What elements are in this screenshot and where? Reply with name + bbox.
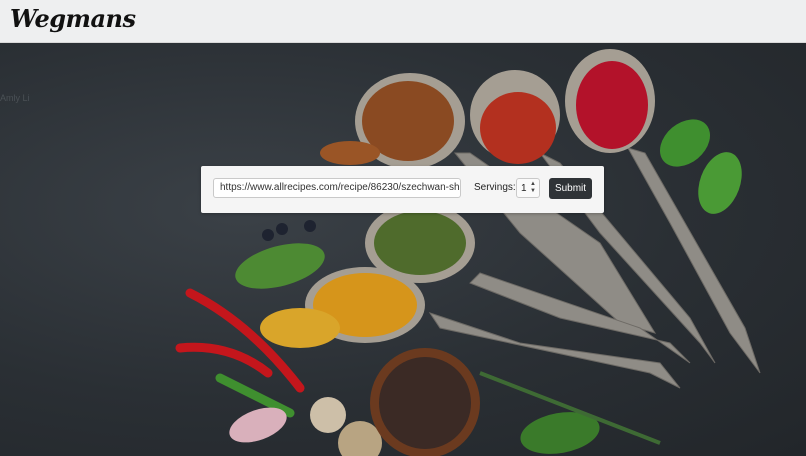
juniper-berry bbox=[276, 223, 288, 235]
nutmeg bbox=[310, 397, 346, 433]
red-chili bbox=[175, 342, 273, 378]
basil-leaf bbox=[698, 152, 742, 214]
hero-background: Amly Li bbox=[0, 43, 806, 456]
wegmans-logo[interactable]: Wegmans bbox=[10, 4, 136, 33]
recipe-form: https://www.allrecipes.com/recipe/86230/… bbox=[201, 166, 604, 213]
turmeric-spill bbox=[260, 308, 340, 348]
dried-herbs bbox=[374, 211, 466, 275]
green-chili bbox=[215, 373, 295, 418]
spices-illustration bbox=[175, 49, 761, 456]
juniper-berry bbox=[304, 220, 316, 232]
servings-label: Servings: bbox=[474, 182, 516, 193]
cinnamon-spill bbox=[320, 141, 380, 165]
submit-button[interactable]: Submit bbox=[549, 178, 592, 199]
top-bar: Wegmans bbox=[0, 0, 806, 43]
recipe-url-input[interactable]: https://www.allrecipes.com/recipe/86230/… bbox=[213, 178, 461, 198]
faint-overlay-text: Amly Li bbox=[0, 93, 30, 103]
juniper-berry bbox=[262, 229, 274, 241]
stepper-arrows-icon[interactable]: ▲ ▼ bbox=[530, 181, 536, 195]
chili-flakes bbox=[480, 92, 556, 164]
peppercorn-mix bbox=[379, 357, 471, 449]
pink-peppercorns bbox=[576, 61, 648, 149]
servings-value: 1 bbox=[521, 183, 527, 194]
servings-stepper[interactable]: 1 ▲ ▼ bbox=[516, 178, 540, 198]
